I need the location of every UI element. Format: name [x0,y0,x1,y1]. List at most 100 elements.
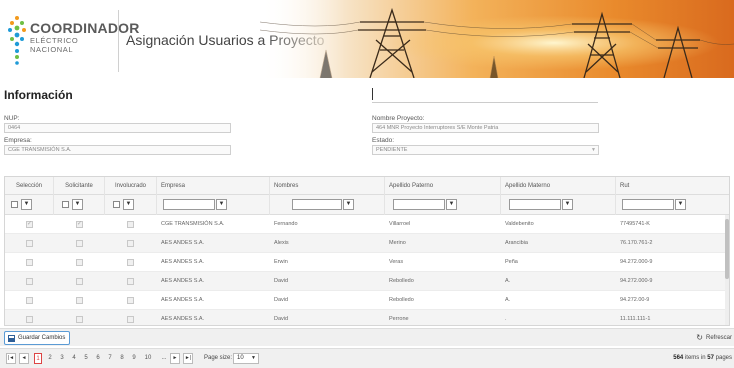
page-number[interactable]: 1 [34,353,42,364]
seleccion-checkbox[interactable] [26,240,33,247]
column-header-involucrado[interactable]: Involucrado [105,177,157,195]
solicitante-checkbox[interactable] [76,316,83,323]
grid-scrollbar[interactable] [725,215,729,325]
cell-paterno: Rebolledo [389,278,414,284]
solicitante-checkbox[interactable] [76,297,83,304]
page-number[interactable]: 8 [118,353,126,364]
cell-rut: 94.272.00-9 [620,297,650,303]
filter-icon[interactable]: ▼ [562,199,573,210]
filter-checkbox[interactable] [113,201,120,208]
prev-page-button[interactable]: ◄ [19,353,29,364]
scrollbar-thumb[interactable] [725,219,729,279]
cell-empresa: CGE TRANSMISIÓN S.A. [161,221,225,227]
solicitante-checkbox[interactable] [76,278,83,285]
involucrado-checkbox[interactable] [127,278,134,285]
cell-rut: 77495741-K [620,221,650,227]
seleccion-checkbox[interactable] [26,278,33,285]
filter-icon[interactable]: ▼ [72,199,83,210]
column-header-empresa[interactable]: Empresa [157,177,270,195]
column-header-seleccion[interactable]: Selección [5,177,54,195]
filter-cell: ▼ [105,195,157,215]
filter-checkbox[interactable] [62,201,69,208]
proyecto-field[interactable]: 464 MNR Proyecto Interruptores S/E Monte… [372,123,599,133]
filter-icon[interactable]: ▼ [675,199,686,210]
solicitante-checkbox[interactable] [76,259,83,266]
cell-empresa: AES ANDES S.A. [161,240,205,246]
table-row[interactable]: CGE TRANSMISIÓN S.A. Fernando Villarroel Va… [5,215,729,234]
solicitante-checkbox[interactable] [76,240,83,247]
last-page-button[interactable]: ►| [183,353,193,364]
cell-nombres: Alexis [274,240,289,246]
table-row[interactable]: AES ANDES S.A. Alexis Merino Arancibia 76.17… [5,234,729,253]
page-number[interactable]: 10 [142,353,154,364]
filter-input-apellido-paterno[interactable] [393,199,445,210]
grid-filter-row: ▼ ▼ ▼ ▼ ▼ ▼ ▼ ▼ [5,195,729,215]
filter-icon[interactable]: ▼ [343,199,354,210]
pages-suffix: pages [715,355,732,361]
page-number[interactable]: 9 [130,353,138,364]
filter-input-nombres[interactable] [292,199,342,210]
cell-nombres: David [274,297,289,303]
page-number[interactable]: 3 [58,353,66,364]
involucrado-checkbox[interactable] [127,297,134,304]
table-row[interactable]: AES ANDES S.A. David Rebolledo A. 94.272.00-… [5,291,729,310]
cell-rut: 11.111.111-1 [620,316,651,322]
solicitante-checkbox[interactable] [76,220,83,228]
involucrado-checkbox[interactable] [127,316,134,323]
table-row[interactable]: AES ANDES S.A. David Rebolledo A. 94.272.000… [5,272,729,291]
power-lines-banner [260,0,734,78]
involucrado-checkbox[interactable] [127,259,134,266]
items-mid: items in [684,355,706,361]
page-number[interactable]: 6 [94,353,102,364]
logo-sub-text: ELÉCTRICO NACIONAL [30,36,79,54]
table-row[interactable]: AES ANDES S.A. David Perrone. 11.111.111-1 [5,310,729,325]
nup-field[interactable]: 0464 [4,123,231,133]
empresa-field[interactable]: CGE TRANSMISIÓN S.A. [4,145,231,155]
cell-nombres: Erwin [274,259,288,265]
seleccion-checkbox[interactable] [26,316,33,323]
page-number[interactable]: 2 [46,353,54,364]
filter-icon[interactable]: ▼ [216,199,227,210]
page-number[interactable]: 4 [70,353,78,364]
column-header-solicitante[interactable]: Solicitante [54,177,105,195]
table-row[interactable]: AES ANDES S.A. Erwin Veras Peña 94.272.000-9 [5,253,729,272]
next-page-button[interactable]: ► [170,353,180,364]
filter-cell: ▼ [385,195,501,215]
cell-empresa: AES ANDES S.A. [161,278,205,284]
cell-materno: Arancibia [505,240,528,246]
seleccion-checkbox[interactable] [26,220,33,228]
filter-cell: ▼ [501,195,616,215]
page-size-label: Page size: [204,355,233,361]
column-header-nombres[interactable]: Nombres [270,177,385,195]
header-divider [118,10,119,72]
column-header-apellido-paterno[interactable]: Apellido Paterno [385,177,501,195]
seleccion-checkbox[interactable] [26,297,33,304]
filter-icon[interactable]: ▼ [123,199,134,210]
filter-input-rut[interactable] [622,199,674,210]
logo-main-text: COORDINADOR [30,20,140,36]
filter-checkbox[interactable] [11,201,18,208]
filter-icon[interactable]: ▼ [446,199,457,210]
save-changes-label: Guardar Cambios [18,335,66,341]
seleccion-checkbox[interactable] [26,259,33,266]
page-number[interactable]: ... [158,353,170,364]
filter-icon[interactable]: ▼ [21,199,32,210]
filter-input-apellido-materno[interactable] [509,199,561,210]
pages-total: 57 [707,355,714,361]
refresh-button[interactable]: ↻ Refrescar [696,331,732,345]
column-header-apellido-materno[interactable]: Apellido Materno [501,177,616,195]
involucrado-checkbox[interactable] [127,221,134,228]
filter-input-empresa[interactable] [163,199,215,210]
save-changes-button[interactable]: Guardar Cambios [4,331,71,345]
floppy-disk-icon [8,334,15,342]
cell-paterno: Perrone [389,316,409,322]
estado-select[interactable]: PENDIENTE ▼ [372,145,599,155]
first-page-button[interactable]: |◄ [6,353,16,364]
page-number[interactable]: 7 [106,353,114,364]
page-size-select[interactable]: 10 ▼ [233,353,259,364]
involucrado-checkbox[interactable] [127,240,134,247]
page-number[interactable]: 5 [82,353,90,364]
pager-info: 564 items in 57 pages [673,353,732,364]
estado-label: Estado: [372,137,395,144]
column-header-rut[interactable]: Rut [616,177,729,195]
